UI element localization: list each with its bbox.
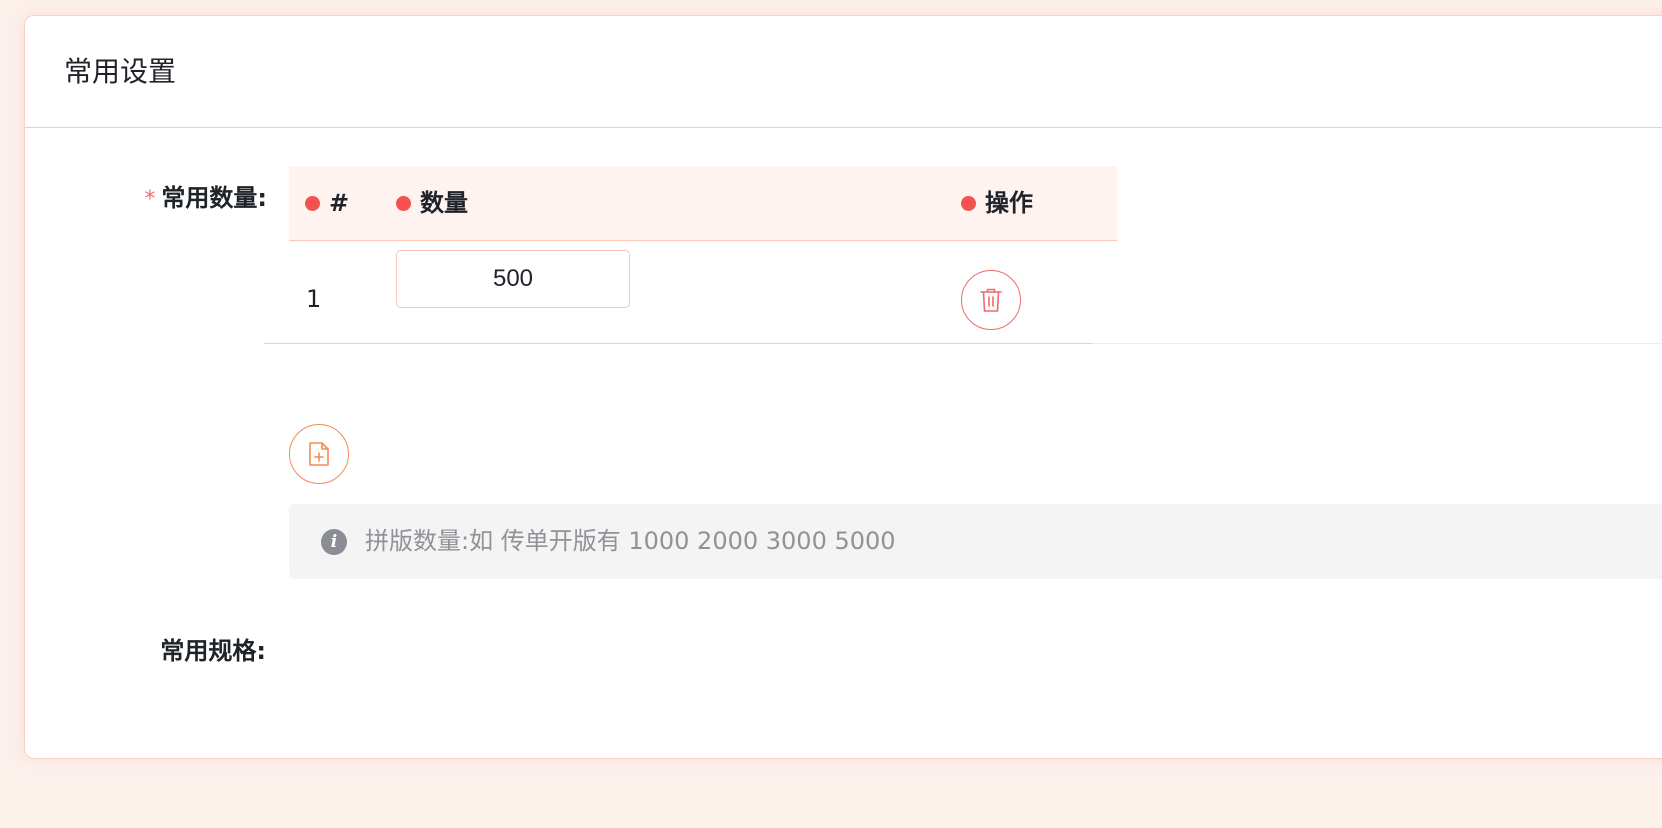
delete-row-button[interactable] bbox=[961, 270, 1021, 330]
trash-icon bbox=[980, 288, 1002, 312]
hint-box: i 拼版数量:如 传单开版有 1000 2000 3000 5000 bbox=[289, 504, 1662, 579]
file-add-icon bbox=[309, 442, 329, 466]
hint-text: 拼版数量:如 传单开版有 1000 2000 3000 5000 bbox=[365, 527, 896, 555]
table-bottom-border bbox=[264, 343, 1092, 344]
column-header-operation-label: 操作 bbox=[985, 189, 1033, 217]
column-header-quantity: 数量 bbox=[396, 188, 468, 218]
required-dot-icon bbox=[305, 195, 320, 211]
common-quantity-label-text: 常用数量: bbox=[161, 184, 267, 212]
quantity-input[interactable]: 500 bbox=[396, 250, 630, 308]
column-header-index: # bbox=[305, 188, 349, 218]
settings-card: 常用设置 * 常用数量: # 数量 操作 1 500 bbox=[24, 15, 1662, 759]
info-icon: i bbox=[321, 529, 347, 555]
quantity-table: # 数量 操作 1 500 bbox=[289, 166, 1117, 359]
common-quantity-label: * 常用数量: bbox=[135, 183, 267, 215]
required-dot-icon bbox=[396, 195, 411, 211]
card-header: 常用设置 bbox=[25, 16, 1662, 128]
required-dot-icon bbox=[961, 195, 976, 211]
column-header-index-label: # bbox=[329, 189, 350, 217]
card-title: 常用设置 bbox=[64, 55, 177, 88]
common-spec-label: 常用规格: bbox=[160, 637, 266, 665]
table-row: 1 500 bbox=[289, 241, 1117, 359]
add-row-button[interactable] bbox=[289, 424, 349, 484]
column-header-operation: 操作 bbox=[961, 188, 1033, 218]
row-index: 1 bbox=[306, 285, 322, 313]
table-header: # 数量 操作 bbox=[289, 166, 1117, 241]
column-header-quantity-label: 数量 bbox=[420, 189, 468, 217]
required-mark: * bbox=[144, 187, 156, 212]
